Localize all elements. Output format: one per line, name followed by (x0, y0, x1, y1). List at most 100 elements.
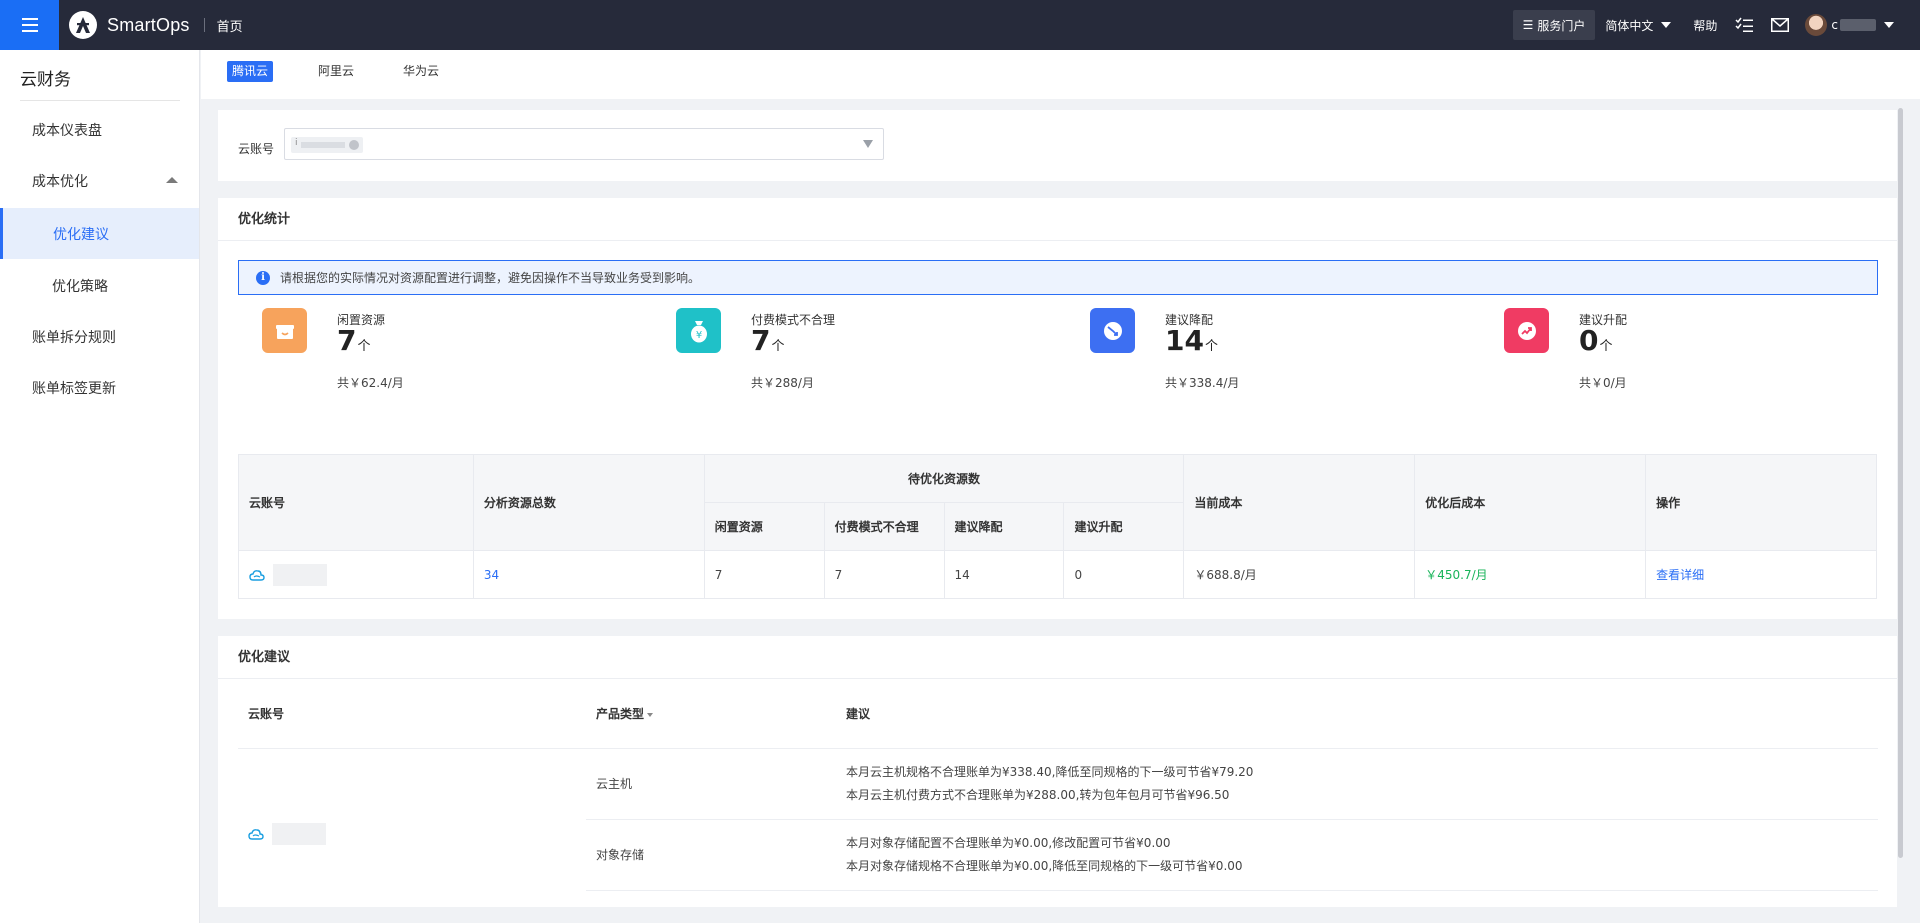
stat-upgrade[interactable]: 建议升配 0个 共￥0/月 (1504, 308, 1804, 408)
stat-count: 0个 (1579, 324, 1613, 357)
advice-cell: 本月云主机规格不合理账单为¥338.40,降低至同规格的下一级可节省¥79.20… (836, 748, 1878, 820)
optimization-stats-table: 云账号 分析资源总数 待优化资源数 当前成本 优化后成本 操作 闲置资源 付费模… (238, 454, 1877, 599)
downgrade-icon (1090, 308, 1135, 353)
optimization-stats-card: 优化统计 i 请根据您的实际情况对资源配置进行调整，避免因操作不当导致业务受到影… (218, 198, 1897, 619)
optimization-suggestions-card: 优化建议 云账号 产品类型 建议 云主机 本月云主机规格不合理账单为¥338.4… (218, 636, 1897, 907)
hamburger-menu-button[interactable] (0, 0, 59, 50)
table-cell: ￥688.8/月 (1183, 550, 1416, 599)
advice-line: 本月对象存储规格不合理账单为¥0.00,降低至同规格的下一级可节省¥0.00 (846, 858, 1243, 873)
suggestions-table: 云账号 产品类型 建议 云主机 本月云主机规格不合理账单为¥338.40,降低至… (238, 680, 1878, 891)
sidebar-item-label: 优化建议 (53, 226, 109, 243)
column-header: 建议 (836, 680, 1878, 749)
help-link[interactable]: 帮助 (1693, 17, 1717, 34)
user-menu[interactable]: c (1805, 14, 1894, 36)
remove-chip-icon[interactable] (349, 140, 359, 150)
app-logo[interactable]: SmartOps (69, 11, 190, 39)
tab-aliyun[interactable]: 阿里云 (313, 61, 359, 82)
user-name: c (1831, 18, 1838, 32)
account-filter-card: 云账号 i (218, 110, 1897, 181)
stat-total: 共￥288/月 (751, 376, 814, 390)
sidebar-item-cost-dashboard[interactable]: 成本仪表盘 (0, 104, 199, 155)
avatar (1805, 14, 1828, 36)
stat-payment-mode[interactable]: ¥ 付费模式不合理 7个 共￥288/月 (676, 308, 976, 408)
divider (203, 18, 205, 32)
advice-line: 本月云主机规格不合理账单为¥338.40,降低至同规格的下一级可节省¥79.20 (846, 764, 1254, 779)
card-title: 优化统计 (218, 198, 1897, 241)
app-name: SmartOps (107, 14, 190, 35)
logo-icon (69, 11, 97, 39)
language-select[interactable]: 简体中文 (1605, 17, 1672, 34)
task-list-icon[interactable] (1733, 14, 1755, 36)
vertical-scrollbar[interactable] (1898, 108, 1903, 858)
sidebar-item-label: 成本仪表盘 (32, 122, 102, 139)
stat-idle-resources[interactable]: 闲置资源 7个 共￥62.4/月 (262, 308, 562, 408)
column-header: 操作 (1645, 454, 1877, 551)
caret-down-icon (1661, 22, 1672, 28)
notice-banner: i 请根据您的实际情况对资源配置进行调整，避免因操作不当导致业务受到影响。 (238, 260, 1878, 295)
column-header: 云账号 (238, 454, 474, 551)
sidebar-item-bill-tag-update[interactable]: 账单标签更新 (0, 362, 199, 413)
user-name-redacted (1840, 19, 1876, 31)
column-header: 当前成本 (1183, 454, 1416, 551)
advice-cell: 本月对象存储配置不合理账单为¥0.00,修改配置可节省¥0.00 本月对象存储规… (836, 819, 1878, 891)
account-chip: i (291, 137, 363, 153)
stat-downgrade[interactable]: 建议降配 14个 共￥338.4/月 (1090, 308, 1390, 408)
stat-total: 共￥338.4/月 (1165, 376, 1240, 390)
cloud-icon (249, 569, 265, 581)
table-cell: 7 (703, 550, 825, 599)
account-cell (238, 748, 586, 890)
list-icon: ☰ (1522, 18, 1534, 32)
info-icon: i (256, 270, 270, 285)
account-name-redacted (272, 563, 327, 586)
dropdown-arrow-icon (863, 140, 873, 148)
card-title: 优化建议 (218, 636, 1897, 679)
table-cell: 14 (943, 550, 1065, 599)
account-filter-label: 云账号 (238, 142, 275, 156)
sidebar-item-label: 优化策略 (52, 278, 108, 295)
column-header: 建议升配 (1063, 502, 1185, 551)
divider (20, 100, 180, 101)
column-header: 建议降配 (943, 502, 1065, 551)
table-row: 云主机 本月云主机规格不合理账单为¥338.40,降低至同规格的下一级可节省¥7… (238, 748, 1878, 846)
account-select[interactable]: i (284, 128, 884, 160)
column-header-product-type[interactable]: 产品类型 (586, 680, 836, 749)
stat-count: 7个 (751, 324, 785, 357)
table-cell: 7 (823, 550, 945, 599)
svg-text:¥: ¥ (695, 330, 701, 341)
mail-icon[interactable] (1769, 14, 1791, 36)
advice-line: 本月对象存储配置不合理账单为¥0.00,修改配置可节省¥0.00 (846, 835, 1171, 850)
table-cell: 0 (1063, 550, 1185, 599)
notice-text: 请根据您的实际情况对资源配置进行调整，避免因操作不当导致业务受到影响。 (280, 271, 701, 285)
table-row: 34 7 7 14 0 ￥688.8/月 ￥450.7/月 查看详细 (238, 550, 1877, 599)
tab-tencent-cloud[interactable]: 腾讯云 (227, 61, 274, 82)
stat-total: 共￥0/月 (1579, 376, 1627, 390)
account-cell (238, 550, 474, 599)
cloud-provider-tabs: 腾讯云 阿里云 华为云 (201, 50, 1920, 99)
collapse-arrow-icon (166, 177, 178, 183)
caret-down-icon (1884, 22, 1894, 28)
column-header: 云账号 (238, 680, 586, 749)
service-portal-button[interactable]: ☰ 服务门户 (1512, 10, 1596, 40)
sidebar-item-optimization-policy[interactable]: 优化策略 (0, 260, 199, 311)
view-details-link[interactable]: 查看详细 (1645, 550, 1877, 599)
sidebar-item-label: 账单拆分规则 (32, 329, 116, 346)
account-name-redacted (271, 823, 326, 846)
hamburger-icon (21, 18, 38, 32)
stat-count: 14个 (1165, 324, 1218, 357)
sidebar-item-optimization-suggestions[interactable]: 优化建议 (0, 208, 199, 259)
sidebar-title: 云财务 (20, 70, 71, 90)
tab-huawei-cloud[interactable]: 华为云 (398, 61, 444, 82)
sidebar-item-label: 账单标签更新 (32, 380, 116, 397)
sidebar-item-cost-optimization[interactable]: 成本优化 (0, 155, 199, 206)
sidebar-item-label: 成本优化 (32, 173, 88, 190)
sidebar-item-bill-split-rules[interactable]: 账单拆分规则 (0, 311, 199, 362)
money-bag-icon: ¥ (676, 308, 721, 353)
total-resources-link[interactable]: 34 (472, 550, 705, 599)
column-header: 付费模式不合理 (823, 502, 945, 551)
breadcrumb-home[interactable]: 首页 (217, 16, 243, 35)
top-bar: SmartOps 首页 ☰ 服务门户 简体中文 帮助 c (0, 0, 1920, 50)
box-icon (262, 308, 307, 353)
product-type-cell: 云主机 (586, 748, 836, 820)
stat-total: 共￥62.4/月 (337, 376, 404, 390)
account-chip-redacted (301, 142, 345, 148)
